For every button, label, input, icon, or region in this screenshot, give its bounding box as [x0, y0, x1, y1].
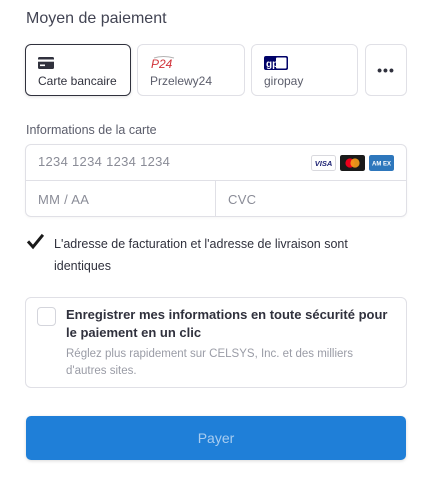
section-title: Moyen de paiement: [26, 10, 167, 27]
save-info-title[interactable]: Enregistrer mes informations en toute sé…: [66, 306, 396, 342]
card-input-group: VISA AM EX: [25, 144, 407, 217]
pay-button[interactable]: Payer: [26, 416, 406, 460]
same-address-checkbox[interactable]: [26, 233, 45, 251]
card-icon: [38, 56, 54, 70]
method-giropay-label: giropay: [264, 74, 304, 88]
method-przelewy24-label: Przelewy24: [150, 74, 213, 88]
visa-icon: VISA: [311, 155, 336, 171]
save-info-checkbox[interactable]: [37, 307, 56, 326]
giropay-logo-icon: gp: [264, 56, 288, 70]
giropay-logo-text: gp: [266, 59, 278, 70]
save-info-panel: Enregistrer mes informations en toute sé…: [25, 297, 407, 388]
method-giropay-tab[interactable]: gp giropay: [251, 44, 358, 96]
card-brands: VISA AM EX: [311, 155, 394, 171]
mastercard-icon: [340, 155, 365, 171]
same-address-label[interactable]: L'adresse de facturation et l'adresse de…: [54, 233, 384, 277]
expiry-cell: [26, 181, 216, 217]
method-przelewy24-tab[interactable]: P24 Przelewy24: [137, 44, 245, 96]
card-info-label: Informations de la carte: [26, 123, 157, 137]
p24-logo-text: P24: [151, 57, 173, 70]
cvc-input[interactable]: [228, 192, 388, 207]
card-number-row: VISA AM EX: [26, 145, 406, 181]
expiry-input[interactable]: [38, 192, 198, 207]
payment-method-tabs: Carte bancaire P24 Przelewy24 gp giropay…: [25, 44, 407, 96]
visa-text: VISA: [315, 159, 333, 168]
card-number-input[interactable]: [38, 154, 298, 169]
more-methods-button[interactable]: •••: [365, 44, 407, 96]
checkmark-icon: [26, 233, 45, 250]
method-card-label: Carte bancaire: [38, 74, 117, 88]
cvc-cell: [216, 181, 406, 217]
p24-logo-icon: P24: [150, 56, 176, 70]
save-info-subtitle: Réglez plus rapidement sur CELSYS, Inc. …: [66, 348, 353, 377]
amex-icon: AM EX: [369, 155, 394, 171]
method-card-tab[interactable]: Carte bancaire: [25, 44, 131, 96]
amex-text: AM EX: [372, 162, 391, 168]
